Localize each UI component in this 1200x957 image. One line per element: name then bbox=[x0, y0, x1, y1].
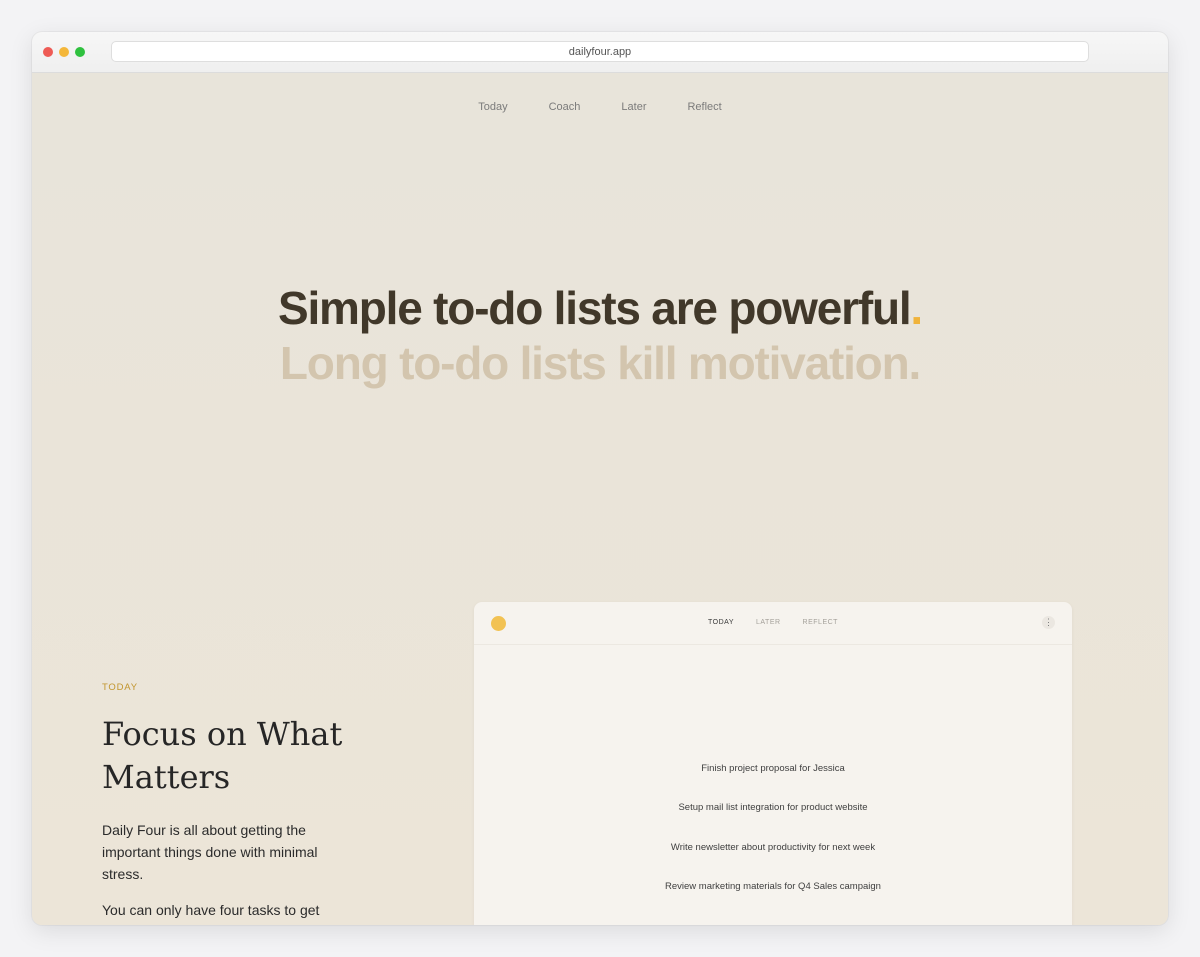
app-preview: TODAY LATER REFLECT ⋮ Finish project pro… bbox=[474, 602, 1072, 925]
page-content: Today Coach Later Reflect Simple to-do l… bbox=[32, 73, 1168, 925]
more-options-icon[interactable]: ⋮ bbox=[1042, 616, 1055, 629]
task-item[interactable]: Finish project proposal for Jessica bbox=[474, 763, 1072, 774]
task-item[interactable]: Write newsletter about productivity for … bbox=[474, 842, 1072, 853]
app-tab-reflect[interactable]: REFLECT bbox=[803, 619, 838, 626]
minimize-window-button[interactable] bbox=[59, 47, 69, 57]
browser-titlebar: dailyfour.app bbox=[32, 32, 1168, 73]
section-eyebrow: TODAY bbox=[102, 682, 138, 693]
app-tab-today[interactable]: TODAY bbox=[708, 619, 734, 626]
app-tab-later[interactable]: LATER bbox=[756, 619, 781, 626]
task-item[interactable]: Setup mail list integration for product … bbox=[474, 802, 1072, 813]
hero-subheadline: Long to-do lists kill motivation. bbox=[279, 337, 921, 389]
section-title: Focus on What Matters bbox=[102, 715, 343, 796]
app-preview-header: TODAY LATER REFLECT ⋮ bbox=[474, 602, 1072, 645]
browser-window: dailyfour.app Today Coach Later Reflect … bbox=[32, 32, 1168, 925]
nav-item-later[interactable]: Later bbox=[621, 101, 646, 113]
section-paragraph: Daily Four is all about getting the impo… bbox=[102, 822, 318, 882]
task-item[interactable]: Review marketing materials for Q4 Sales … bbox=[474, 881, 1072, 892]
address-bar[interactable]: dailyfour.app bbox=[111, 41, 1089, 62]
hero-headline: Simple to-do lists are powerful. bbox=[32, 281, 1168, 335]
top-nav: Today Coach Later Reflect bbox=[32, 101, 1168, 113]
section-paragraph-2: You can only have four tasks to get bbox=[102, 902, 320, 918]
hero-accent-period: . bbox=[910, 282, 923, 334]
nav-item-reflect[interactable]: Reflect bbox=[687, 101, 721, 113]
nav-item-today[interactable]: Today bbox=[478, 101, 507, 113]
nav-item-coach[interactable]: Coach bbox=[549, 101, 581, 113]
app-preview-tabs: TODAY LATER REFLECT bbox=[474, 619, 1072, 626]
close-window-button[interactable] bbox=[43, 47, 53, 57]
maximize-window-button[interactable] bbox=[75, 47, 85, 57]
hero-headline-text: Simple to-do lists are powerful bbox=[277, 282, 912, 334]
